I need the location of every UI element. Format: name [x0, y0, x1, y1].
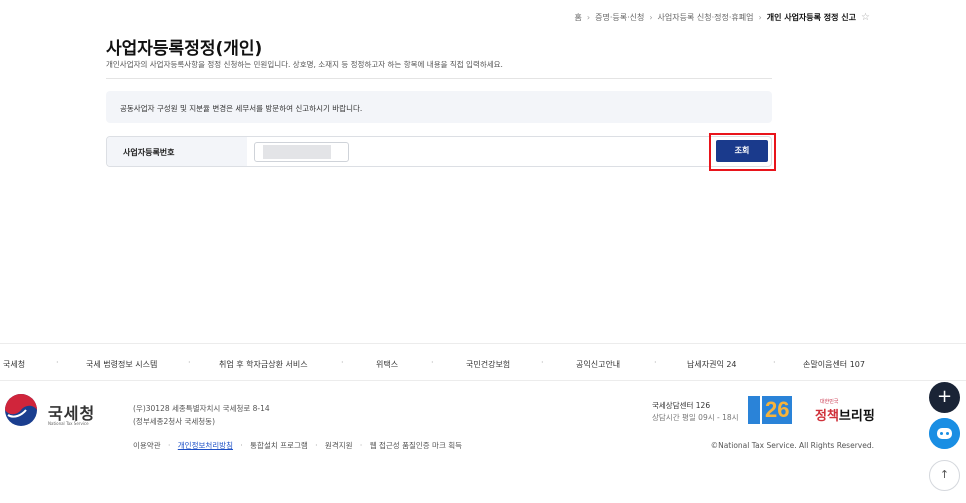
chatbot-icon[interactable] [929, 418, 960, 449]
business-number-row: 사업자등록번호 [106, 136, 772, 167]
address-line: (우)30128 세종특별자치시 국세청로 8-14 [133, 404, 270, 413]
divider [106, 78, 772, 79]
breadcrumb-home[interactable]: 홈 [575, 12, 582, 23]
page-description: 개인사업자의 사업자등록사항을 정정 신청하는 민원입니다. 상호명, 소재지 … [106, 60, 503, 69]
search-button[interactable]: 조회 [716, 140, 768, 162]
footer-link[interactable]: 국민건강보험 [466, 359, 510, 370]
accessibility-mark-link[interactable]: 웹 접근성 품질인증 마크 획득 [370, 441, 462, 450]
notice-box: 공동사업자 구성원 및 지분율 변경은 세무서를 방문하여 신고하시기 바랍니다… [106, 91, 772, 123]
separator-dot: · [431, 358, 434, 367]
footer-link[interactable]: 공익신고안내 [576, 359, 620, 370]
policy-links: 이용약관 · 개인정보처리방침 · 통합설치 프로그램 · 원격지원 · 웹 접… [133, 440, 462, 451]
chevron-right-icon: › [649, 13, 653, 22]
privacy-policy-link[interactable]: 개인정보처리방침 [178, 441, 233, 450]
separator-dot: · [168, 441, 171, 450]
chevron-right-icon: › [758, 13, 762, 22]
number-126-logo: 26 [748, 396, 793, 424]
footer-link[interactable]: 납세자권익 24 [687, 359, 737, 370]
breadcrumb: 홈 › 증명·등록·신청 › 사업자등록 신청·정정·휴폐업 › 개인 사업자등… [575, 12, 870, 23]
footer-link[interactable]: 취업 후 학자금상환 서비스 [219, 359, 308, 370]
number-one-bar [748, 396, 760, 424]
footer-link[interactable]: 국세청 [3, 359, 25, 370]
separator-dot: · [541, 358, 544, 367]
scroll-top-icon[interactable]: ↑ [929, 460, 960, 491]
business-number-input[interactable] [254, 142, 349, 162]
separator-dot: · [240, 441, 243, 450]
copyright: ©National Tax Service. All Rights Reserv… [710, 441, 874, 450]
masked-value [263, 145, 331, 159]
separator-dot: · [341, 358, 344, 367]
address-line: (정부세종2청사 국세청동) [133, 417, 216, 426]
policy-briefing-title: 정책브리핑 [815, 409, 875, 424]
separator-dot: · [56, 358, 59, 367]
page-title: 사업자등록정정(개인) [106, 39, 263, 59]
footer-related-links: 국세청 · 국세 법령정보 시스템 · 취업 후 학자금상환 서비스 · 위택스… [0, 343, 966, 381]
nts-logo-icon [5, 394, 37, 426]
separator-dot: · [315, 441, 318, 450]
separator-dot: · [654, 358, 657, 367]
breadcrumb-current: 개인 사업자등록 정정 신고 [766, 13, 857, 22]
number-mark: 26 [762, 396, 793, 424]
plus-icon[interactable]: + [929, 382, 960, 413]
consult-hours: 상담시간 평일 09시 - 18시 [652, 413, 739, 422]
install-program-link[interactable]: 통합설치 프로그램 [250, 441, 308, 450]
consult-center-name: 국세상담센터 126 [652, 401, 711, 410]
remote-support-link[interactable]: 원격지원 [325, 441, 353, 450]
policy-briefing-small: 대한민국 [820, 399, 839, 405]
separator-dot: · [188, 358, 191, 367]
breadcrumb-item[interactable]: 증명·등록·신청 [595, 12, 644, 23]
org-name-en: National Tax Service [48, 421, 89, 426]
breadcrumb-item[interactable]: 사업자등록 신청·정정·휴폐업 [658, 12, 754, 23]
chevron-right-icon: › [586, 13, 591, 22]
business-number-label: 사업자등록번호 [107, 137, 247, 166]
star-icon[interactable]: ☆ [861, 12, 870, 23]
separator-dot: · [359, 441, 363, 450]
separator-dot: · [773, 358, 776, 367]
footer-link[interactable]: 국세 법령정보 시스템 [86, 359, 157, 370]
consult-center: 국세상담센터 126 상담시간 평일 09시 - 18시 [652, 400, 739, 424]
org-address: (우)30128 세종특별자치시 국세청로 8-14 (정부세종2청사 국세청동… [133, 402, 270, 428]
terms-link[interactable]: 이용약관 [133, 441, 161, 450]
policy-briefing-logo[interactable]: 대한민국 정책브리핑 [815, 398, 875, 424]
footer-link[interactable]: 손말이음센터 107 [803, 359, 865, 370]
footer-link[interactable]: 위택스 [376, 359, 398, 370]
